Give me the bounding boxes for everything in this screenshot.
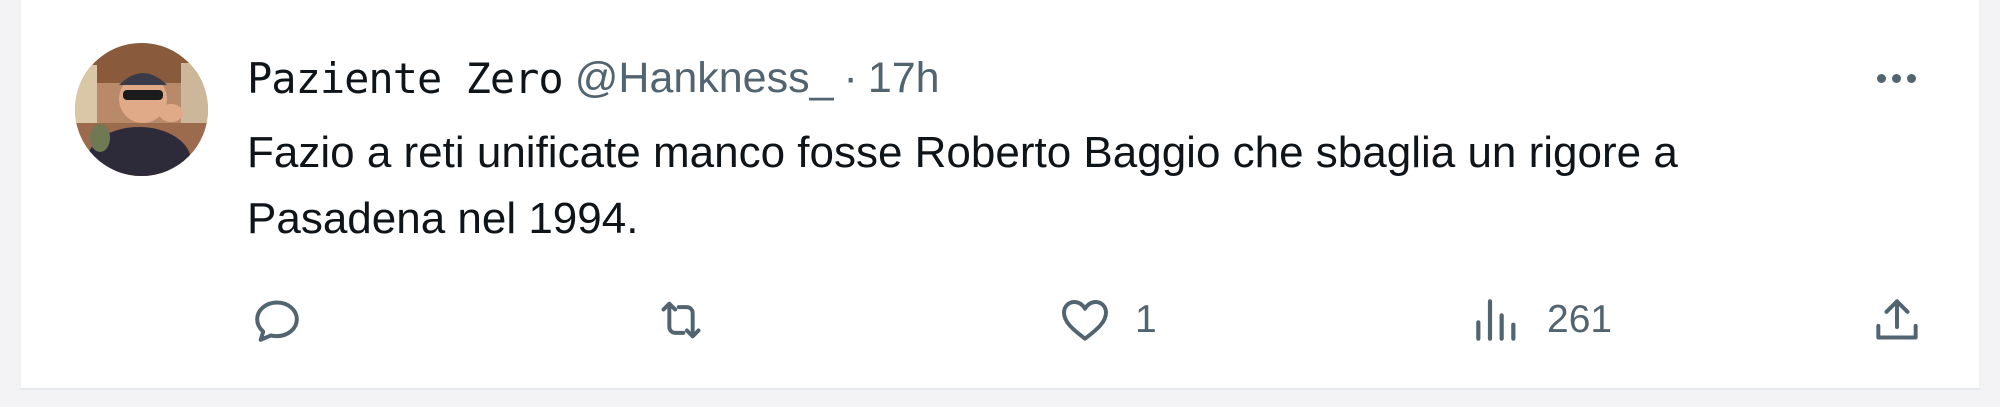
retweet-icon <box>661 301 701 339</box>
tweet-actions: 1 261 <box>21 280 1979 360</box>
avatar[interactable] <box>75 43 208 176</box>
separator-dot: · <box>843 53 858 102</box>
tweet-text: Fazio a reti unificate manco fosse Rober… <box>247 128 1678 243</box>
user-handle[interactable]: @Hankness_ <box>575 54 834 103</box>
share-button[interactable] <box>1869 290 1925 350</box>
display-name[interactable]: Paziente Zero <box>247 54 564 103</box>
like-button[interactable]: 1 <box>1057 290 1157 350</box>
retweet-button[interactable] <box>653 290 709 350</box>
views-chart-icon <box>1476 299 1516 341</box>
heart-icon <box>1062 300 1108 341</box>
share-upload-icon <box>1876 299 1918 340</box>
tweet-card[interactable]: Paziente Zero @Hankness_ · 17h Fazio a r… <box>19 0 1981 390</box>
reply-button[interactable] <box>249 290 305 350</box>
timestamp[interactable]: 17h <box>868 54 940 103</box>
more-options-icon[interactable] <box>1866 60 1926 96</box>
like-count: 1 <box>1135 298 1157 341</box>
views-button[interactable]: 261 <box>1469 290 1612 350</box>
views-count: 261 <box>1547 298 1613 341</box>
tweet-header: Paziente Zero @Hankness_ · 17h <box>247 48 940 108</box>
reply-icon <box>255 300 299 342</box>
